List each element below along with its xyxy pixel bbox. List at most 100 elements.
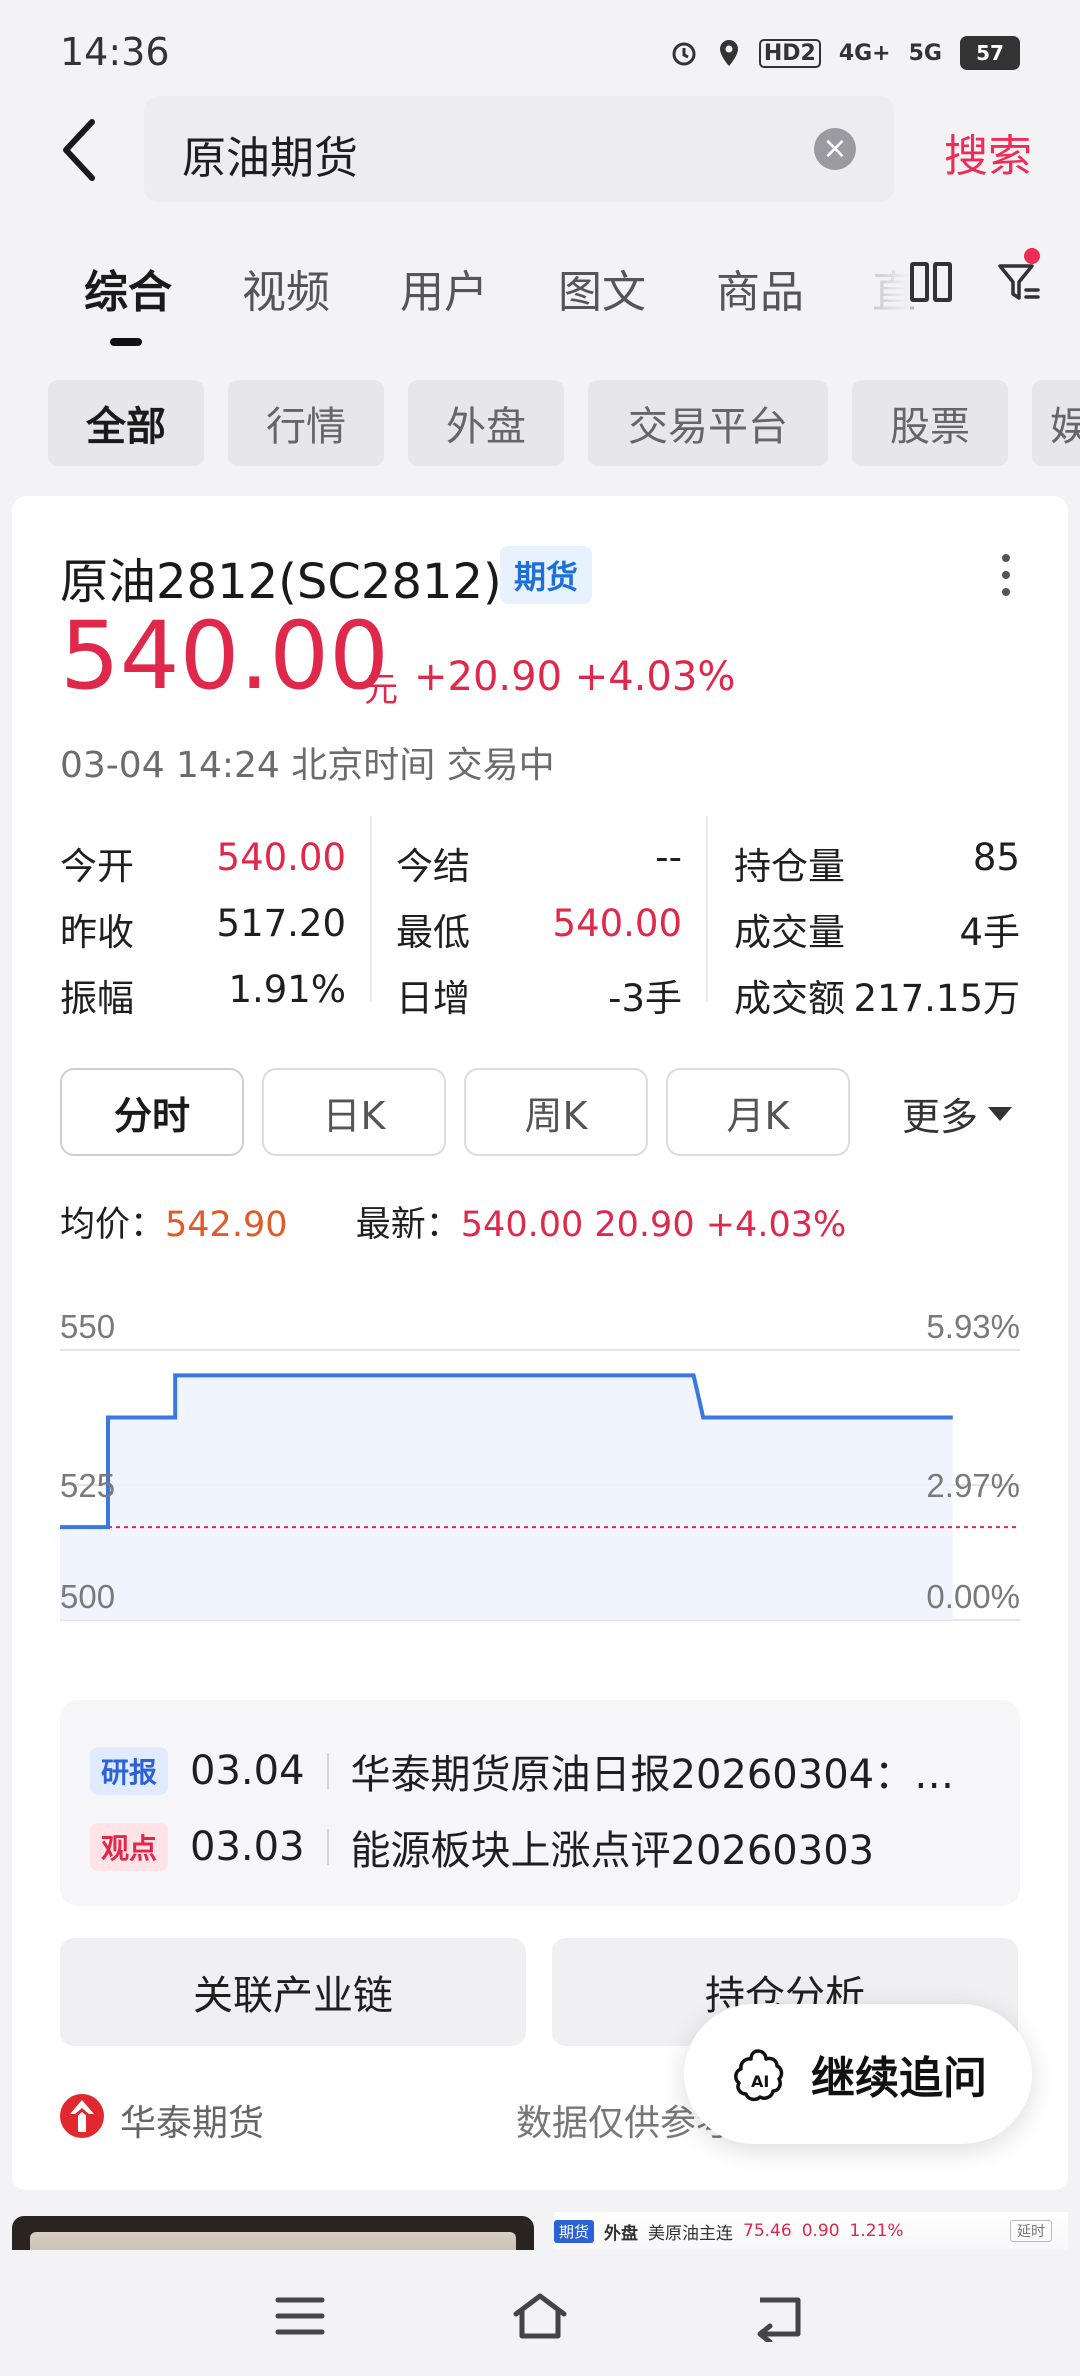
tab-intraday[interactable]: 分时 — [60, 1068, 244, 1156]
clear-icon[interactable]: × — [814, 128, 856, 170]
battery-icon: 57 — [960, 36, 1020, 70]
more-options-icon[interactable] — [1002, 554, 1012, 596]
filter-icon[interactable] — [996, 260, 1040, 304]
ticker-name: 美原油主连 — [648, 2223, 734, 2244]
stat-volume-label: 成交量 — [734, 911, 845, 954]
ticker-market: 外盘 — [604, 2223, 639, 2244]
price-change: +20.90 +4.03% — [414, 654, 735, 700]
stat-settle-value: -- — [655, 836, 682, 879]
stat-oi-value: 85 — [972, 836, 1020, 879]
news-box: 研报 03.04 华泰期货原油日报20260304：… 观点 03.03 能源板… — [60, 1700, 1020, 1906]
ai-button-label: 继续追问 — [811, 2053, 987, 2104]
stat-amplitude-value: 1.91% — [228, 968, 346, 1011]
svg-text:AI: AI — [751, 2072, 769, 2091]
chip-all[interactable]: 全部 — [48, 380, 204, 466]
search-input[interactable]: 原油期货 × — [144, 96, 894, 202]
back-arrow-icon[interactable] — [52, 112, 112, 188]
ai-follow-up-button[interactable]: AI 继续追问 — [684, 2004, 1032, 2144]
tab-monthly-k[interactable]: 月K — [666, 1068, 850, 1156]
latest-value: 540.00 — [460, 1205, 584, 1245]
tab-daily-k[interactable]: 日K — [262, 1068, 446, 1156]
stat-open-value: 540.00 — [216, 836, 346, 879]
tab-comprehensive[interactable]: 综合 — [84, 256, 172, 320]
status-icons: HD2 4G+ 5G 57 — [669, 36, 1020, 70]
ticker-pct: 1.21% — [849, 2221, 904, 2241]
y-tick-right: 2.97% — [926, 1467, 1020, 1504]
tab-articles[interactable]: 图文 — [558, 256, 646, 320]
stat-oi-label: 持仓量 — [734, 845, 845, 888]
news-tag-opinion: 观点 — [90, 1823, 168, 1871]
avg-price-line: 均价：542.90 最新：540.00 20.90 +4.03% — [60, 1196, 846, 1247]
news-divider — [326, 1753, 329, 1789]
avg-label: 均价： — [60, 1205, 166, 1245]
tab-active-indicator — [110, 338, 142, 346]
network-4g-label: 4G+ — [838, 40, 891, 66]
ticker-price: 75.46 — [743, 2221, 792, 2241]
location-icon — [719, 40, 738, 66]
caret-down-icon — [988, 1106, 1013, 1121]
huatai-logo-icon — [60, 2094, 104, 2138]
chip-entertainment[interactable]: 娱 — [1032, 380, 1080, 466]
change-percent: +4.03% — [574, 654, 736, 700]
tab-fade — [860, 240, 910, 320]
ticker-badge: 延时 — [1010, 2220, 1052, 2242]
search-button[interactable]: 搜索 — [944, 120, 1032, 184]
tab-users[interactable]: 用户 — [400, 256, 488, 320]
y-tick-left: 500 — [60, 1578, 115, 1615]
stat-low-value: 540.00 — [552, 902, 682, 945]
alarm-icon — [672, 42, 696, 66]
last-price: 540.00 — [60, 602, 389, 711]
status-time: 14:36 — [60, 30, 170, 74]
chip-foreign[interactable]: 外盘 — [408, 380, 564, 466]
news-item[interactable]: 研报 03.04 华泰期货原油日报20260304：… — [90, 1742, 954, 1800]
y-tick-left: 525 — [60, 1467, 115, 1504]
news-date: 03.04 — [190, 1748, 305, 1794]
change-amount: +20.90 — [414, 654, 563, 700]
tab-products[interactable]: 商品 — [716, 256, 804, 320]
stat-daily-add-value: -3手 — [608, 977, 682, 1020]
latest-percent: +4.03% — [705, 1205, 847, 1245]
trade-time: 03-04 14:24 北京时间 交易中 — [60, 745, 555, 786]
industry-chain-button[interactable]: 关联产业链 — [60, 1938, 526, 2046]
stat-turnover-value: 217.15万 — [853, 977, 1020, 1020]
home-icon[interactable] — [510, 2290, 570, 2342]
brand-name[interactable]: 华泰期货 — [120, 2094, 264, 2146]
news-date: 03.03 — [190, 1824, 305, 1870]
intraday-chart[interactable]: 5505.93%5252.97%5000.00%21:0015:00 — [12, 1266, 1068, 1646]
stat-volume-value: 4手 — [959, 911, 1020, 954]
stat-divider — [706, 816, 708, 1002]
news-item[interactable]: 观点 03.03 能源板块上涨点评20260303 — [90, 1818, 874, 1876]
price-unit: 元 — [364, 670, 398, 710]
ticker-tag: 期货 — [554, 2219, 595, 2243]
avg-value: 542.90 — [165, 1205, 288, 1245]
chip-stocks[interactable]: 股票 — [852, 380, 1008, 466]
search-query-text: 原油期货 — [182, 133, 358, 184]
tab-weekly-k[interactable]: 周K — [464, 1068, 648, 1156]
price-area — [60, 1375, 953, 1620]
latest-label: 最新： — [355, 1205, 461, 1245]
news-title: 能源板块上涨点评20260303 — [350, 1828, 875, 1874]
news-divider — [326, 1829, 329, 1865]
chip-trading-platform[interactable]: 交易平台 — [588, 380, 828, 466]
kline-more-label: 更多 — [902, 1095, 979, 1139]
stat-prev-close-value: 517.20 — [216, 902, 346, 945]
back-nav-icon[interactable] — [750, 2290, 810, 2342]
double-column-icon[interactable] — [910, 262, 952, 302]
ai-icon: AI — [734, 2049, 784, 2102]
ticker-change: 0.90 — [801, 2221, 840, 2241]
y-tick-left: 550 — [60, 1308, 115, 1345]
quote-card: 原油2812(SC2812) 期货 540.00 元 +20.90 +4.03%… — [12, 496, 1068, 2190]
tab-video[interactable]: 视频 — [242, 256, 330, 320]
futures-tag: 期货 — [500, 546, 592, 604]
chip-quotes[interactable]: 行情 — [228, 380, 384, 466]
y-tick-right: 0.00% — [926, 1578, 1020, 1615]
latest-change: 20.90 — [594, 1205, 695, 1245]
stat-turnover-label: 成交额 — [734, 977, 845, 1020]
kline-more-button[interactable]: 更多 — [902, 1086, 1013, 1141]
menu-icon[interactable] — [270, 2290, 330, 2342]
news-tag-research: 研报 — [90, 1747, 168, 1795]
news-title: 华泰期货原油日报20260304：… — [350, 1752, 955, 1798]
y-tick-right: 5.93% — [926, 1308, 1020, 1345]
feed-ticker[interactable]: 期货 外盘 美原油主连 75.46 0.90 1.21% 延时 — [554, 2212, 1068, 2250]
network-5g-label: 5G — [908, 40, 942, 66]
